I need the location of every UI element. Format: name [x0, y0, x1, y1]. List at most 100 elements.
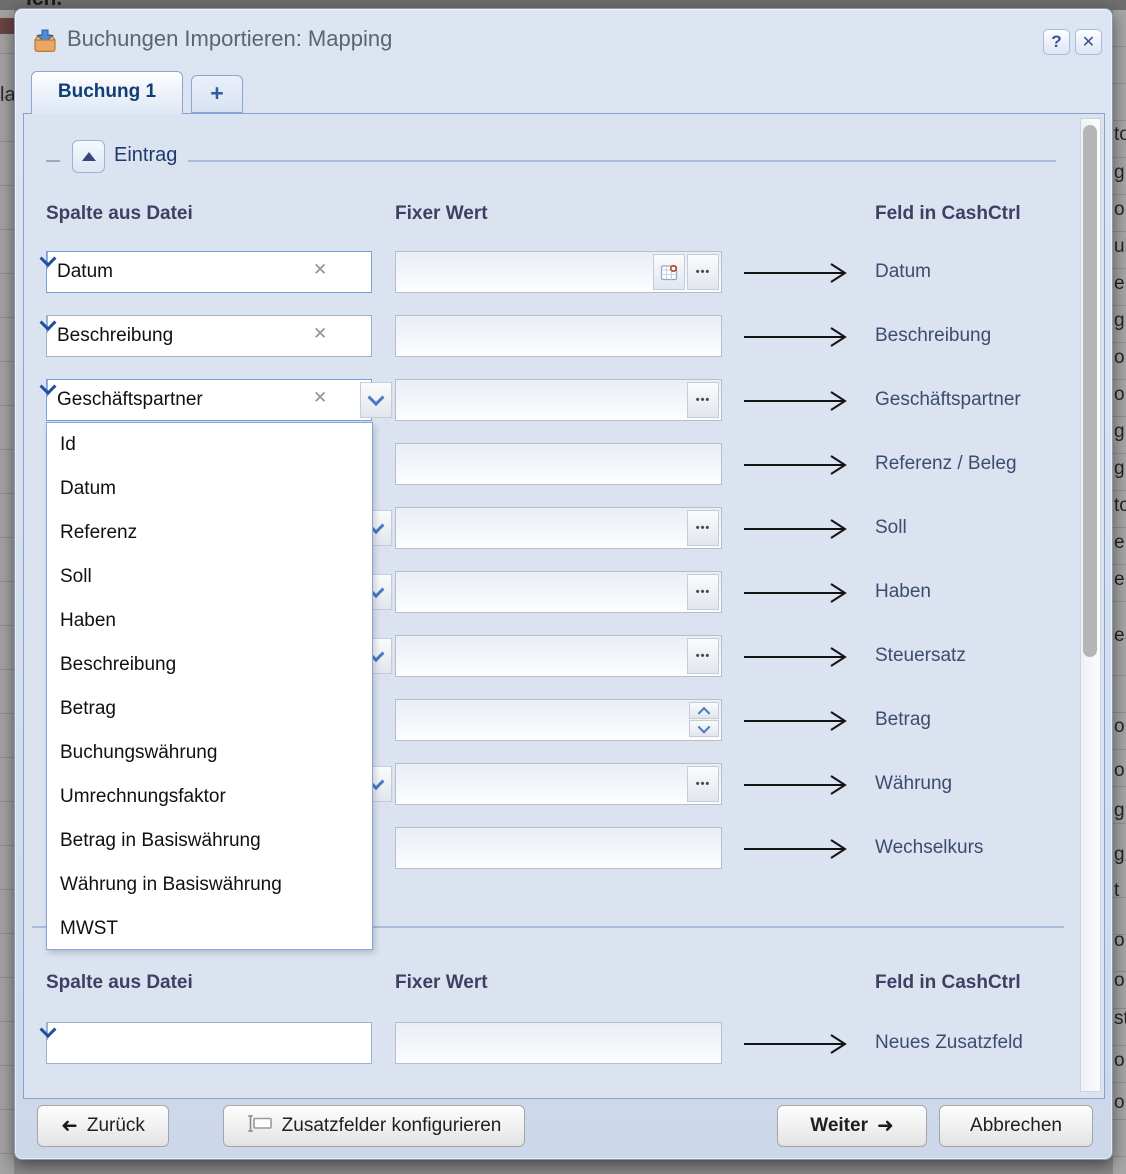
help-button[interactable]: ? [1043, 29, 1070, 55]
clear-icon[interactable] [309, 316, 333, 356]
mapping-arrow [742, 773, 858, 797]
fixed-value-select-field[interactable] [395, 635, 722, 677]
dropdown-option[interactable]: Beschreibung [47, 643, 372, 687]
chevron-down-icon[interactable] [47, 380, 48, 397]
spinner-up-icon[interactable] [689, 702, 719, 719]
ellipsis-button[interactable] [687, 766, 719, 802]
ellipsis-button[interactable] [687, 254, 719, 290]
ellipsis-button[interactable] [687, 638, 719, 674]
source-column-combo[interactable]: Beschreibung [46, 315, 372, 357]
fixed-value-text-field[interactable] [395, 315, 722, 357]
chevron-down-icon[interactable] [47, 1023, 48, 1040]
scrollbar-thumb[interactable] [1083, 125, 1097, 657]
dropdown-option[interactable]: Betrag in Basiswährung [47, 819, 372, 863]
configure-custom-fields-button[interactable]: Zusatzfelder konfigurieren [223, 1105, 525, 1147]
arrow-right-icon [877, 1116, 894, 1136]
column-header-source: Spalte aus Datei [46, 972, 193, 994]
combo-value: Datum [57, 252, 113, 292]
fixed-value-select-field[interactable] [395, 763, 722, 805]
fixed-value-select-field[interactable] [395, 571, 722, 613]
configure-button-label: Zusatzfelder konfigurieren [282, 1115, 502, 1137]
clear-icon[interactable] [309, 380, 333, 420]
target-field-label: Geschäftspartner [875, 379, 1021, 421]
bg-text-fragment: o [1114, 760, 1125, 782]
bg-right-strip: togoukegooggtoeeeooggtoostoo [1113, 10, 1126, 1174]
tab-buchung-1[interactable]: Buchung 1 [31, 71, 183, 114]
dropdown-option[interactable]: MWST [47, 907, 372, 951]
mapping-arrow [742, 325, 858, 349]
bg-text-fragment: o [1114, 347, 1125, 369]
bg-text-fragment: g [1114, 310, 1125, 332]
dropdown-option[interactable]: Währung in Basiswährung [47, 863, 372, 907]
cancel-button[interactable]: Abbrechen [939, 1105, 1093, 1147]
collapse-button[interactable] [72, 140, 105, 173]
source-column-combo-empty[interactable] [46, 1022, 372, 1064]
number-spinner [689, 702, 719, 738]
source-column-combo[interactable]: Datum [46, 251, 372, 293]
mapping-arrow [742, 389, 858, 413]
target-field-label: Referenz / Beleg [875, 443, 1017, 485]
bg-text-fragment: o [1114, 384, 1125, 406]
legend-line [188, 160, 1056, 162]
bg-text-fragment: e [1114, 273, 1125, 295]
fixed-value-text-field[interactable] [395, 827, 722, 869]
bg-text-fragment: to [1114, 124, 1126, 146]
scrollbar[interactable] [1080, 118, 1101, 1092]
bg-text-fragment: g [1114, 800, 1125, 822]
fixed-value-select-field[interactable] [395, 507, 722, 549]
column-header-fixed: Fixer Wert [395, 203, 488, 225]
dropdown-option[interactable]: Soll [47, 555, 372, 599]
tab-add-button[interactable]: + [191, 75, 243, 113]
dropdown-option[interactable]: Datum [47, 467, 372, 511]
fixed-value-number-field[interactable] [395, 699, 722, 741]
target-field-label: Beschreibung [875, 315, 991, 357]
fixed-value-date-field[interactable] [395, 251, 722, 293]
next-button[interactable]: Weiter [777, 1105, 927, 1147]
chevron-down-icon[interactable] [47, 252, 48, 269]
mapping-arrow [742, 261, 858, 285]
column-header-target: Feld in CashCtrl [875, 972, 1021, 994]
dialog-title: Buchungen Importieren: Mapping [67, 26, 392, 52]
column-header-source: Spalte aus Datei [46, 203, 193, 225]
ellipsis-button[interactable] [687, 382, 719, 418]
source-column-combo-open[interactable]: Geschäftspartner [46, 379, 372, 421]
mapping-arrow [742, 709, 858, 733]
chevron-down-icon[interactable] [47, 316, 48, 333]
bg-text-fragment: o [1114, 716, 1125, 738]
bg-text-fragment: g [1114, 162, 1125, 184]
target-field-label: Soll [875, 507, 907, 549]
import-mapping-dialog: Buchungen Importieren: Mapping ? ✕ Buchu… [14, 8, 1113, 1160]
dropdown-option[interactable]: Haben [47, 599, 372, 643]
mapping-row-datum: Datum Datum [24, 251, 1106, 293]
dropdown-option[interactable]: Id [47, 423, 372, 467]
fixed-value-text-field[interactable] [395, 443, 722, 485]
clear-icon[interactable] [309, 252, 333, 292]
calendar-icon[interactable] [653, 254, 685, 290]
spinner-down-icon[interactable] [689, 720, 719, 737]
chevron-down-icon[interactable] [360, 382, 392, 418]
target-field-label: Datum [875, 251, 931, 293]
dropdown-option[interactable]: Umrechnungsfaktor [47, 775, 372, 819]
mapping-panel: Eintrag Spalte aus Datei Fixer Wert Feld… [23, 113, 1105, 1099]
fieldset-title: Eintrag [114, 144, 177, 167]
bg-text-fragment: st [1114, 1008, 1126, 1030]
close-button[interactable]: ✕ [1075, 29, 1102, 55]
back-button[interactable]: Zurück [37, 1105, 169, 1147]
ellipsis-button[interactable] [687, 510, 719, 546]
mapping-arrow [742, 453, 858, 477]
target-field-label: Wechselkurs [875, 827, 983, 869]
mapping-arrow [742, 837, 858, 861]
fixed-value-text-field[interactable] [395, 1022, 722, 1064]
combo-value: Geschäftspartner [57, 380, 203, 420]
dropdown-option[interactable]: Betrag [47, 687, 372, 731]
bg-text-fragment: e [1114, 569, 1125, 591]
fixed-value-select-field[interactable] [395, 379, 722, 421]
target-field-label: Betrag [875, 699, 931, 741]
column-header-target: Feld in CashCtrl [875, 203, 1021, 225]
dropdown-option[interactable]: Buchungswährung [47, 731, 372, 775]
cancel-button-label: Abbrechen [970, 1115, 1062, 1137]
bg-text-fragment: la [0, 84, 14, 107]
dropdown-option[interactable]: Referenz [47, 511, 372, 555]
ellipsis-button[interactable] [687, 574, 719, 610]
target-field-label: Steuersatz [875, 635, 966, 677]
